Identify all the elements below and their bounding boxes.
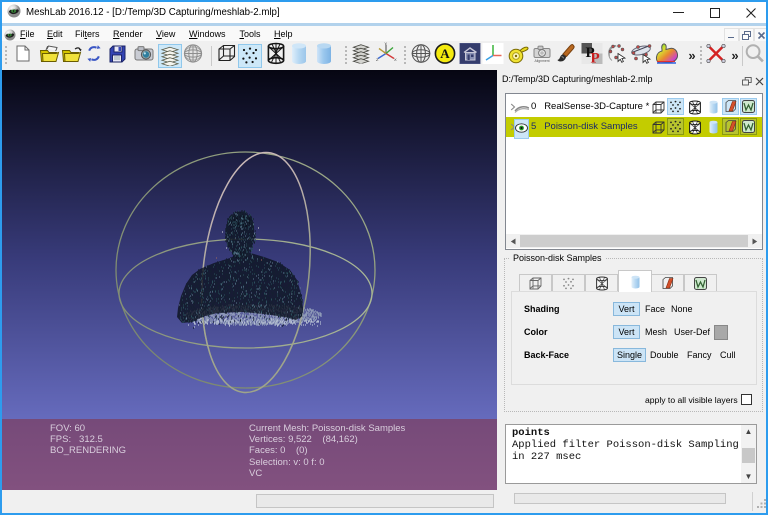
svg-text:P: P (591, 51, 600, 65)
svg-text:X: X (394, 57, 397, 62)
svg-text:Alignment: Alignment (534, 59, 549, 63)
svg-text:A: A (440, 46, 450, 61)
svg-text:Y: Y (384, 43, 387, 47)
